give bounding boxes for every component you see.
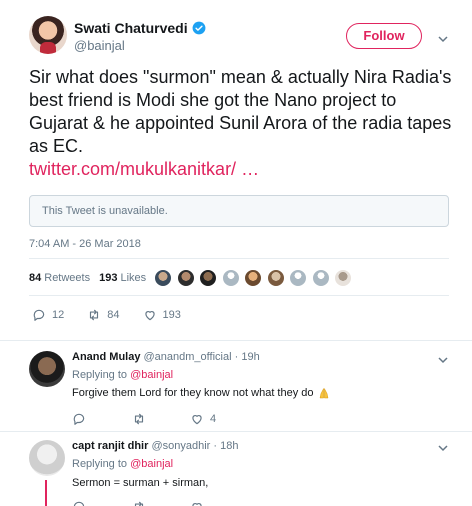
divider [29,258,449,259]
tweet-text: Sir what does "surmon" mean & actually N… [29,67,452,156]
replying-to-prefix: Replying to [72,369,128,381]
reply-icon [33,309,45,321]
tweet-body: Sir what does "surmon" mean & actually N… [29,66,459,181]
replying-to: Replying to @bainjal [72,369,173,381]
quoted-tweet-box: This Tweet is unavailable. [29,195,449,227]
heart-icon [144,311,155,321]
reply-text: Sermon = surman + sirman, [72,477,209,489]
reply-menu-chevron-down-icon[interactable] [437,442,449,454]
quote-unavailable-text: This Tweet is unavailable. [42,205,168,217]
reply-actions [72,500,233,506]
reply-author-name[interactable]: Anand Mulay [72,351,140,363]
divider [29,295,449,296]
thread-line [45,480,47,506]
folded-hands-icon [318,387,330,399]
retweet-icon [134,413,144,425]
liker-avatar[interactable] [334,269,352,287]
reply-time[interactable]: · 18h [213,440,238,452]
reply-like-action[interactable] [190,500,210,506]
retweets-stat[interactable]: 84 Retweets [29,272,90,284]
tweet-stats: 84 Retweets 193 Likes [29,272,155,284]
liker-avatar[interactable] [176,269,195,287]
liker-avatar[interactable] [311,269,330,287]
reply-like-action[interactable]: 4 [190,412,216,426]
tweet-menu-chevron-down-icon[interactable] [437,33,449,45]
liker-avatar[interactable] [199,269,217,287]
likes-label: Likes [120,272,147,284]
reply-text-row: Sermon = surman + sirman, [72,477,208,489]
retweets-label: Retweets [44,272,91,284]
reply-retweet-action[interactable] [132,500,152,506]
like-action[interactable]: 193 [143,308,181,322]
reply-text: Forgive them Lord for they know not what… [72,387,314,399]
reply-avatar[interactable] [29,440,65,476]
replying-to-prefix: Replying to [72,458,128,470]
heart-icon [192,415,202,425]
reply-time[interactable]: · 19h [235,351,260,363]
reply-author-handle[interactable]: @anandm_official [144,351,232,363]
tweet-link[interactable]: twitter.com/mukulkanitkar/ … [29,159,259,179]
reply-author-row[interactable]: capt ranjit dhir @sonyadhir · 18h [72,440,238,452]
like-count: 193 [162,309,181,321]
reply-author-name[interactable]: capt ranjit dhir [72,440,148,452]
reply-reply-action[interactable] [72,412,92,426]
likes-count: 193 [99,272,118,284]
author-name-row[interactable]: Swati Chaturvedi [74,20,206,36]
reply-tweet[interactable]: Anand Mulay @anandm_official · 19h Reply… [0,341,472,431]
reply-avatar[interactable] [29,351,65,387]
reply-tweet[interactable]: capt ranjit dhir @sonyadhir · 18h Replyi… [0,432,472,506]
retweet-action[interactable]: 84 [87,308,120,322]
reply-like-count: 4 [210,413,217,425]
replying-to-mention[interactable]: @bainjal [130,458,173,470]
retweet-icon [90,309,99,321]
reply-icon [73,413,85,425]
replying-to-mention[interactable]: @bainjal [130,369,173,381]
author-name[interactable]: Swati Chaturvedi [74,20,188,36]
liker-avatar[interactable] [289,269,307,287]
reply-author-row[interactable]: Anand Mulay @anandm_official · 19h [72,351,260,363]
reply-reply-action[interactable] [72,500,92,506]
reply-count: 12 [52,309,65,321]
reply-text-row: Forgive them Lord for they know not what… [72,387,330,399]
reply-icon [73,501,85,506]
liker-avatar[interactable] [221,269,240,287]
heart-icon [192,503,202,506]
tweet-actions: 12 84 193 [32,308,204,322]
liker-avatar[interactable] [266,269,285,287]
main-tweet: Swati Chaturvedi @bainjal Follow Sir wha… [0,0,472,340]
reply-actions: 4 [72,412,239,426]
reply-retweet-action[interactable] [132,412,152,426]
follow-button[interactable]: Follow [346,23,422,49]
author-handle[interactable]: @bainjal [74,38,125,53]
liker-avatar[interactable] [154,269,172,287]
replying-to: Replying to @bainjal [72,458,173,470]
reply-author-handle[interactable]: @sonyadhir [151,440,210,452]
reply-action[interactable]: 12 [32,308,64,322]
liker-avatar[interactable] [244,269,262,287]
liker-avatars [154,269,357,287]
reply-menu-chevron-down-icon[interactable] [437,354,449,366]
retweet-icon [134,501,144,506]
retweets-count: 84 [29,272,42,284]
verified-badge-icon [192,21,206,35]
author-avatar[interactable] [29,16,67,54]
retweet-count: 84 [107,309,120,321]
likes-stat[interactable]: 193 Likes [99,272,146,284]
tweet-timestamp[interactable]: 7:04 AM - 26 Mar 2018 [29,238,141,250]
